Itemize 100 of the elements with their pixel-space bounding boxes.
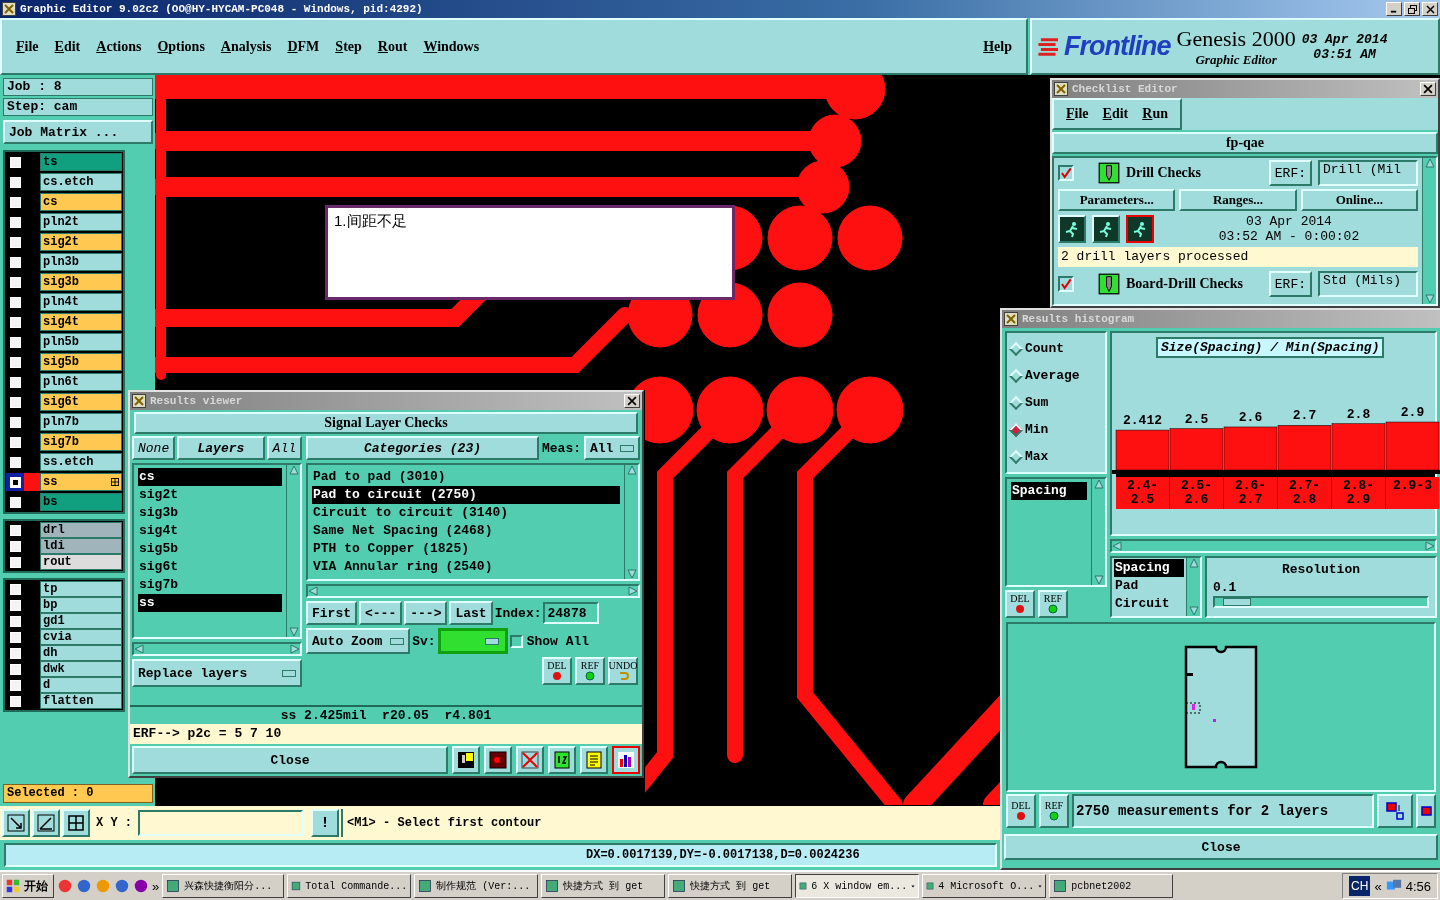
result-action-button[interactable]: REF xyxy=(575,657,605,685)
check-option-button[interactable]: Parameters... xyxy=(1058,189,1176,211)
navigation-button[interactable]: First xyxy=(306,601,357,625)
checklist-name[interactable]: fp-qae xyxy=(1052,132,1438,154)
mode-radio-button[interactable]: Sum xyxy=(1011,389,1101,416)
categories-button[interactable]: Categories (23) xyxy=(306,436,539,460)
tray-expand[interactable]: « xyxy=(1374,878,1382,894)
scroll-left-arrow-icon[interactable] xyxy=(1112,541,1122,551)
layer-name[interactable]: sig7b xyxy=(40,433,122,451)
restore-button[interactable] xyxy=(1404,2,1420,16)
zoom-fit-button[interactable] xyxy=(2,809,30,837)
taskbar-item[interactable]: 快捷方式 到 get xyxy=(668,874,793,898)
mode-radio-button[interactable]: Count xyxy=(1011,335,1101,362)
menu-item[interactable]: DFM xyxy=(287,38,320,55)
layer-name[interactable]: gd1 xyxy=(40,613,122,629)
layer-list-item[interactable]: sig7b xyxy=(138,576,282,594)
scroll-down-arrow-icon[interactable] xyxy=(1188,606,1199,616)
scroll-up-arrow-icon[interactable] xyxy=(288,465,299,475)
scroll-up-arrow-icon[interactable] xyxy=(1188,558,1199,568)
layer-filter-button[interactable]: None xyxy=(132,436,176,460)
menu-item[interactable]: Edit xyxy=(54,38,81,55)
layer-name[interactable]: sig3b xyxy=(40,273,122,291)
layer-name[interactable]: cs xyxy=(40,193,122,211)
mode-radio-button[interactable]: Average xyxy=(1011,362,1101,389)
page-number-icon[interactable] xyxy=(548,746,576,774)
taskbar-item[interactable]: 快捷方式 到 get xyxy=(541,874,666,898)
check-enable-checkbox[interactable] xyxy=(1058,276,1074,292)
layer-name[interactable]: sig2t xyxy=(40,233,122,251)
histogram-bar[interactable] xyxy=(1169,428,1224,471)
layer-name[interactable]: flatten xyxy=(40,693,122,709)
layer-name[interactable]: ldi xyxy=(40,538,122,554)
taskbar-item[interactable]: 6 X window em... xyxy=(795,874,920,898)
erf-button[interactable]: ERF: xyxy=(1268,271,1312,297)
taskbar-item[interactable]: 4 Microsoft O... xyxy=(922,874,1047,898)
language-indicator[interactable]: CH xyxy=(1349,876,1371,896)
layer-name[interactable]: sig5b xyxy=(40,353,122,371)
layer-list-item[interactable]: sig3b xyxy=(138,504,282,522)
category-list-item[interactable]: PTH to Copper (1825) xyxy=(312,540,620,558)
menu-item[interactable]: Windows xyxy=(423,38,480,55)
sv-dropdown[interactable] xyxy=(437,628,508,654)
scroll-down-arrow-icon[interactable] xyxy=(626,569,637,579)
export-icon[interactable] xyxy=(1377,794,1413,828)
measure-list-item[interactable]: Spacing xyxy=(1011,482,1087,500)
histogram-toggle-icon[interactable] xyxy=(612,746,640,774)
index-field[interactable]: 24878 xyxy=(543,602,600,624)
check-option-button[interactable]: Online... xyxy=(1300,189,1418,211)
check-enable-checkbox[interactable] xyxy=(1058,165,1074,181)
layer-list-item[interactable]: ss xyxy=(138,594,282,612)
menu-item[interactable]: Edit xyxy=(1102,106,1129,122)
close-button[interactable] xyxy=(1422,2,1438,16)
layer-name[interactable]: pln3b xyxy=(40,253,122,271)
erf-button[interactable]: ERF: xyxy=(1268,160,1312,186)
section-header[interactable]: Signal Layer Checks xyxy=(134,412,638,434)
layer-name[interactable]: dh xyxy=(40,645,122,661)
help-menu[interactable]: Help xyxy=(983,38,1012,55)
layer-name[interactable]: sig4t xyxy=(40,313,122,331)
navigation-button[interactable]: <--- xyxy=(359,601,403,625)
taskbar-item[interactable]: 兴森快捷衡阳分... xyxy=(162,874,285,898)
coordinate-field[interactable] xyxy=(138,810,303,836)
layer-name[interactable]: sig6t xyxy=(40,393,122,411)
menu-item[interactable]: File xyxy=(16,38,39,55)
scroll-up-arrow-icon[interactable] xyxy=(1093,479,1104,489)
angle-snap-button[interactable] xyxy=(32,809,60,837)
scroll-down-arrow-icon[interactable] xyxy=(1093,575,1104,585)
layer-name[interactable]: ss xyxy=(40,473,122,491)
layer-name[interactable]: tp xyxy=(40,581,122,597)
more-quick-launch[interactable]: » xyxy=(152,878,160,894)
layer-name[interactable]: pln4t xyxy=(40,293,122,311)
slider-thumb[interactable] xyxy=(1223,598,1252,606)
sub-measure-item[interactable]: Spacing xyxy=(1114,559,1184,577)
menu-item[interactable]: File xyxy=(1066,106,1089,122)
report-icon[interactable] xyxy=(580,746,608,774)
histogram-bar[interactable] xyxy=(1331,423,1386,471)
result-action-button[interactable]: REF xyxy=(1039,794,1069,828)
start-button[interactable]: 开始 xyxy=(2,874,54,898)
layer-list-item[interactable]: sig6t xyxy=(138,558,282,576)
menu-item[interactable]: Step xyxy=(335,38,362,55)
scroll-left-arrow-icon[interactable] xyxy=(308,586,318,596)
menu-item[interactable]: Rout xyxy=(377,38,408,55)
erf-field[interactable]: Drill (Mil xyxy=(1318,160,1418,186)
histogram-bar[interactable] xyxy=(1277,425,1332,471)
auto-zoom-dropdown[interactable]: Auto Zoom xyxy=(306,628,411,654)
grid-snap-button[interactable] xyxy=(62,809,90,837)
import-icon[interactable] xyxy=(1416,794,1436,828)
layer-name[interactable]: pln7b xyxy=(40,413,122,431)
category-list-item[interactable]: Pad to circuit (2750) xyxy=(312,486,620,504)
menu-item[interactable]: Run xyxy=(1142,106,1168,122)
layer-name[interactable]: dwk xyxy=(40,661,122,677)
scroll-right-arrow-icon[interactable] xyxy=(628,586,638,596)
scroll-up-arrow-icon[interactable] xyxy=(1424,158,1435,168)
layer-name[interactable]: bp xyxy=(40,597,122,613)
layer-name[interactable]: cvia xyxy=(40,629,122,645)
layer-name[interactable]: bs xyxy=(40,493,122,511)
layer-list-item[interactable]: sig4t xyxy=(138,522,282,540)
navigation-button[interactable]: ---> xyxy=(404,601,448,625)
alert-button[interactable]: ! xyxy=(311,809,339,837)
crossed-erf-icon[interactable] xyxy=(516,746,544,774)
scroll-right-arrow-icon[interactable] xyxy=(290,644,300,654)
scroll-right-arrow-icon[interactable] xyxy=(1425,541,1435,551)
taskbar-item[interactable]: 制作规范 (Ver:... xyxy=(414,874,539,898)
